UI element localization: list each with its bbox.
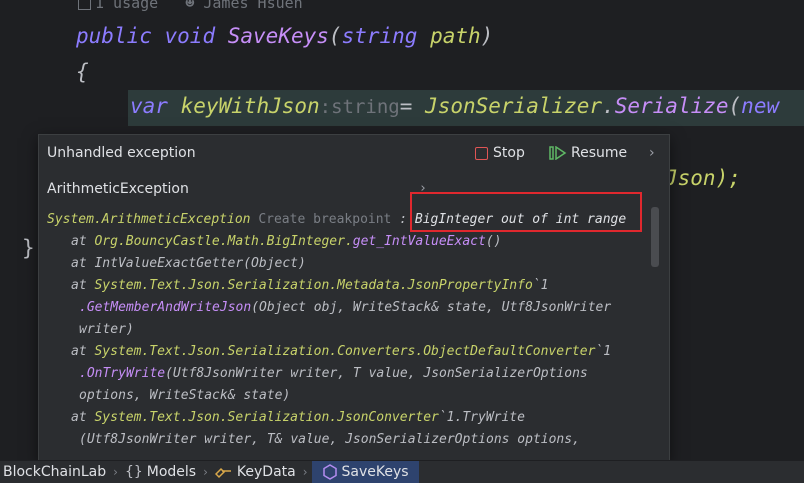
resume-label: Resume xyxy=(571,145,628,161)
keyword-public: public xyxy=(76,24,152,48)
method-name[interactable]: SaveKeys xyxy=(228,24,329,48)
keyword-new: new xyxy=(741,94,780,118)
var-declaration-line: var keyWithJson:string= JsonSerializer.S… xyxy=(130,94,779,118)
stack-frame[interactable]: options, WriteStack& state) xyxy=(47,385,649,407)
breadcrumb-separator: › xyxy=(113,465,118,479)
stack-frame[interactable]: at Org.BouncyCastle.Math.BigInteger.get_… xyxy=(47,231,649,253)
breadcrumb-item-method[interactable]: SaveKeys xyxy=(311,461,419,483)
frame-at: at xyxy=(71,256,87,271)
variable-name: keyWithJson xyxy=(180,94,320,118)
frame-fn: .GetMemberAndWriteJson xyxy=(79,300,252,315)
method-signature: public void SaveKeys(string path) xyxy=(76,24,493,48)
stack-trace[interactable]: System.ArithmeticException Create breakp… xyxy=(47,209,649,451)
param-name: path xyxy=(430,24,481,48)
frame-cls: System.Text.Json.Serialization.Metadata.… xyxy=(94,278,533,293)
stack-frame[interactable]: writer) xyxy=(47,319,649,341)
frame-rest: () xyxy=(485,234,502,249)
frame-at: at xyxy=(71,344,87,359)
chevron-right-icon[interactable]: › xyxy=(649,145,655,161)
stack-frame[interactable]: .GetMemberAndWriteJson(Object obj, Write… xyxy=(47,297,649,319)
frame-rest: `1 xyxy=(595,344,612,359)
namespace-icon: {} xyxy=(124,464,143,480)
frame-rest: writer) xyxy=(79,322,134,337)
frame-fn: get_IntValueExact xyxy=(352,234,486,249)
breadcrumb-label: BlockChainLab xyxy=(3,464,107,480)
frame-at: at xyxy=(71,234,87,249)
author-hint[interactable]: James Hsuen xyxy=(203,0,302,12)
create-breakpoint-link[interactable]: Create breakpoint xyxy=(258,212,391,227)
open-brace: { xyxy=(76,60,89,84)
breadcrumb-label: Models xyxy=(146,464,197,480)
highlight-annotation-box xyxy=(410,192,642,232)
breadcrumb-separator: › xyxy=(203,465,208,479)
paren-close: ) xyxy=(480,24,494,48)
exception-popup: Unhandled exception Stop Resume › Arithm… xyxy=(38,134,670,460)
frame-fn: .OnTryWrite xyxy=(79,366,166,381)
method-ref: Serialize xyxy=(614,94,729,118)
breadcrumb-label: SaveKeys xyxy=(341,464,409,480)
frame-rest: (Utf8JsonWriter writer, T& value, JsonSe… xyxy=(79,432,580,447)
stop-label: Stop xyxy=(493,145,525,161)
paren: ( xyxy=(728,94,742,118)
stack-frame[interactable]: at IntValueExactGetter(Object) xyxy=(47,253,649,275)
author-icon: ☻ xyxy=(185,0,195,12)
resume-button[interactable]: Resume xyxy=(549,145,627,161)
assign-op: = xyxy=(399,94,426,118)
stack-frame[interactable]: at System.Text.Json.Serialization.Conver… xyxy=(47,341,649,363)
breadcrumb: BlockChainLab › {} Models › KeyData › Sav… xyxy=(0,460,804,483)
frame-cls: System.Text.Json.Serialization.JsonConve… xyxy=(94,410,439,425)
code-vision-hint[interactable]: 1 usage ☻ James Hsuen xyxy=(78,0,303,12)
frame-rest: (Object obj, WriteStack& state, Utf8Json… xyxy=(251,300,612,315)
frame-rest: IntValueExactGetter(Object) xyxy=(94,256,306,271)
resume-icon xyxy=(549,146,567,160)
breadcrumb-item-class[interactable]: KeyData xyxy=(212,461,299,483)
class-ref: JsonSerializer xyxy=(425,94,603,118)
dot: . xyxy=(602,94,615,118)
method-icon xyxy=(322,464,337,480)
keyword-void: void xyxy=(164,24,216,48)
frame-rest: (Utf8JsonWriter writer, T value, JsonSer… xyxy=(165,366,588,381)
breadcrumb-item-project[interactable]: BlockChainLab xyxy=(0,461,109,483)
stack-frame[interactable]: .OnTryWrite(Utf8JsonWriter writer, T val… xyxy=(47,363,649,385)
popup-title: Unhandled exception xyxy=(47,145,196,161)
breadcrumb-item-namespace[interactable]: {} Models xyxy=(122,461,199,483)
inlay-type-hint: :string xyxy=(319,96,400,118)
param-type: string xyxy=(341,24,418,48)
separator: : xyxy=(399,212,408,227)
line-tail: Json); xyxy=(665,166,741,190)
class-icon xyxy=(214,467,231,479)
code-editor[interactable]: 1 usage ☻ James Hsuen public void SaveKe… xyxy=(0,0,804,460)
scrollbar-thumb[interactable] xyxy=(651,207,659,267)
frame-rest: options, WriteStack& state) xyxy=(79,388,291,403)
stop-icon xyxy=(475,146,488,160)
stack-frame[interactable]: at System.Text.Json.Serialization.Metada… xyxy=(47,275,649,297)
stack-frames: at Org.BouncyCastle.Math.BigInteger.get_… xyxy=(47,231,649,451)
usages-hint[interactable]: 1 usage xyxy=(95,0,158,12)
frame-rest: `1.TryWrite xyxy=(438,410,525,425)
frame-rest: `1 xyxy=(532,278,549,293)
frame-cls: Org.BouncyCastle.Math.BigInteger. xyxy=(94,234,353,249)
stop-button[interactable]: Stop xyxy=(475,145,525,161)
keyword-var: var xyxy=(130,94,168,118)
breadcrumb-separator: › xyxy=(302,465,308,479)
breadcrumb-label: KeyData xyxy=(236,464,296,480)
usages-icon xyxy=(78,0,91,10)
stack-frame[interactable]: at System.Text.Json.Serialization.JsonCo… xyxy=(47,407,649,429)
line-tail-text: Json); xyxy=(665,166,741,190)
stack-frame[interactable]: (Utf8JsonWriter writer, T& value, JsonSe… xyxy=(47,429,649,451)
paren-open: ( xyxy=(328,24,342,48)
frame-at: at xyxy=(71,410,87,425)
exception-class[interactable]: System.ArithmeticException xyxy=(47,212,251,227)
exception-name: ArithmeticException xyxy=(47,181,189,197)
frame-at: at xyxy=(71,278,87,293)
close-brace: } xyxy=(22,236,35,260)
frame-cls: System.Text.Json.Serialization.Converter… xyxy=(94,344,596,359)
